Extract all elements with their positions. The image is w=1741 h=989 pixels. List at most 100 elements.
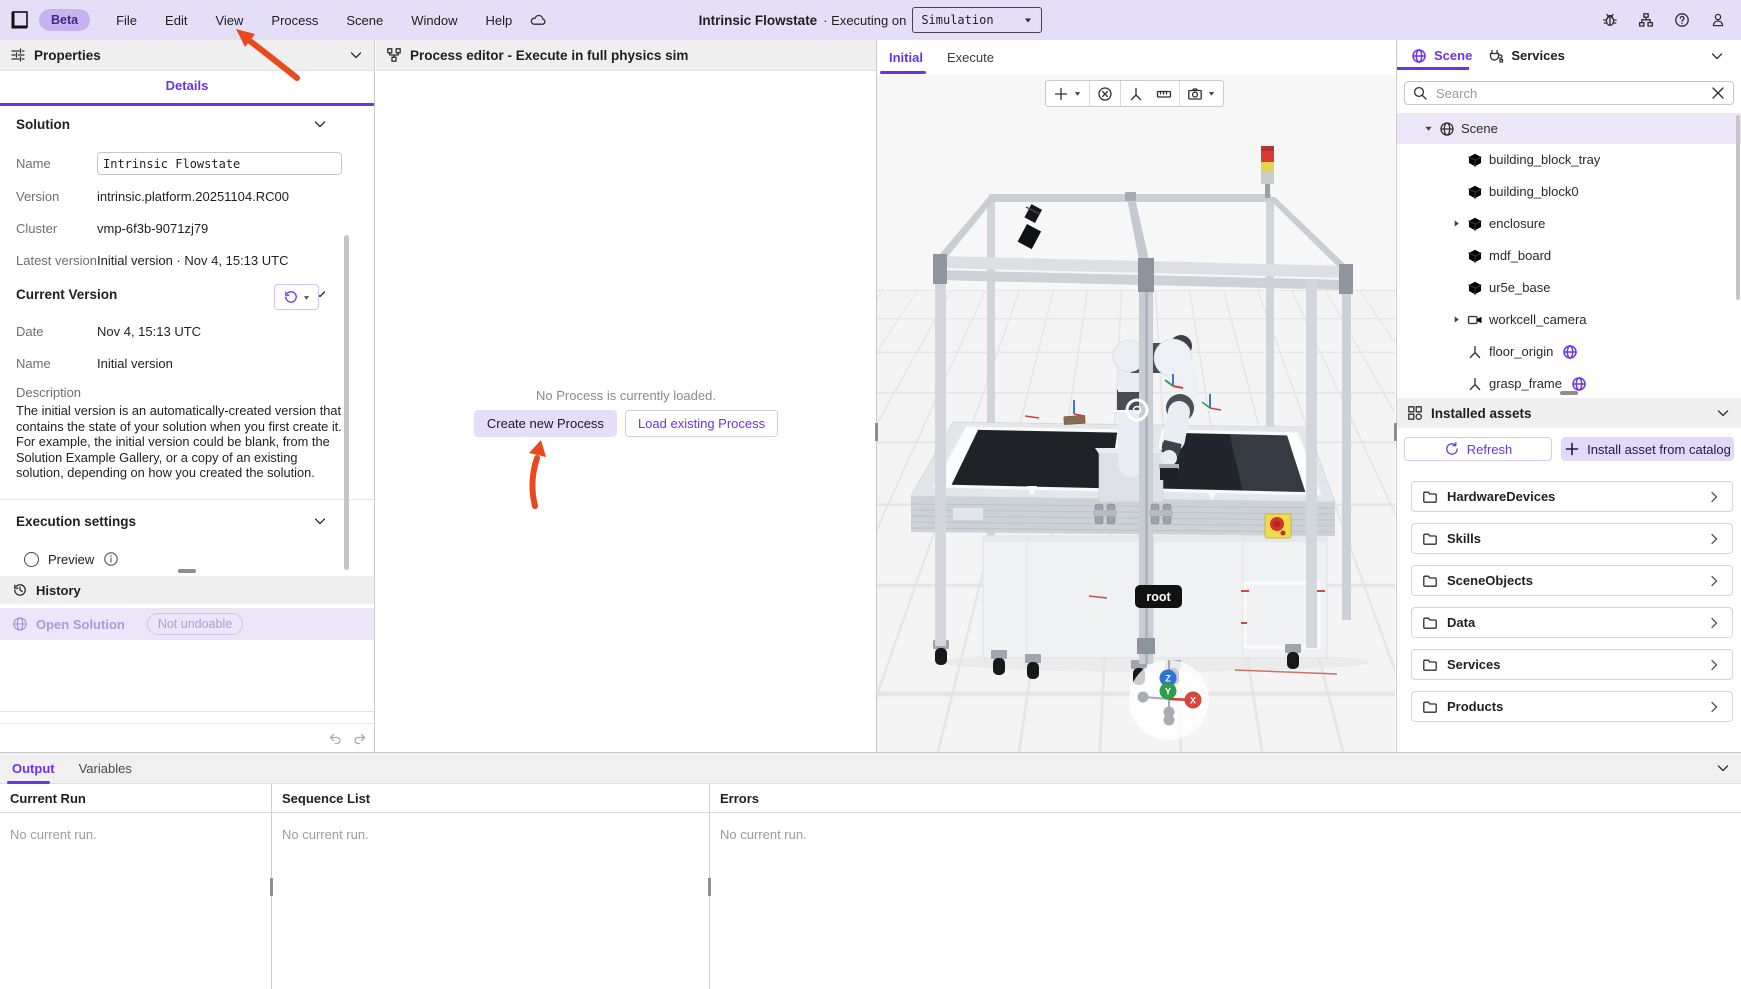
add-object-button[interactable] xyxy=(1046,81,1090,106)
section-resize-handle[interactable] xyxy=(1560,391,1578,395)
tab-details[interactable]: Details xyxy=(0,78,374,93)
menu-process[interactable]: Process xyxy=(259,8,330,33)
preview-radio[interactable] xyxy=(24,552,39,567)
asset-category-skills[interactable]: Skills xyxy=(1411,523,1733,554)
chevron-right-icon xyxy=(1706,657,1722,673)
tab-execute[interactable]: Execute xyxy=(935,40,1006,75)
install-asset-button[interactable]: Install asset from catalog xyxy=(1561,437,1734,461)
history-entry-open-solution[interactable]: Open Solution Not undoable xyxy=(0,608,374,640)
installed-assets-title: Installed assets xyxy=(1431,406,1532,421)
root-tooltip: root xyxy=(1135,585,1182,608)
solution-section-header[interactable]: Solution xyxy=(0,116,374,132)
folder-icon xyxy=(1422,573,1438,589)
camera-view-button[interactable] xyxy=(1180,81,1223,106)
environment-value: Simulation xyxy=(921,13,993,27)
sequence-list-column: Sequence List No current run. xyxy=(271,784,709,989)
right-panel-scrollbar[interactable] xyxy=(1736,115,1740,300)
solution-name-input[interactable]: Intrinsic Flowstate xyxy=(97,152,342,175)
scene-search-input[interactable]: Search xyxy=(1404,81,1734,105)
tree-node-scene[interactable]: Scene xyxy=(1397,113,1741,144)
frame-and-measure-tools xyxy=(1121,81,1180,106)
expander-expand[interactable] xyxy=(1445,219,1467,228)
chevron-right-icon xyxy=(1706,531,1722,547)
tree-node-floor-origin[interactable]: floor_origin xyxy=(1397,336,1741,367)
section-title: Current Version xyxy=(16,287,117,302)
asset-category-sceneobjects[interactable]: SceneObjects xyxy=(1411,565,1733,596)
menu-window[interactable]: Window xyxy=(399,8,469,33)
undo-icon[interactable] xyxy=(327,731,343,747)
clear-search-icon[interactable] xyxy=(1710,85,1726,101)
preview-option[interactable]: Preview xyxy=(24,551,358,567)
asset-category-services[interactable]: Services xyxy=(1411,649,1733,680)
workcell-scene[interactable]: Z Y X xyxy=(877,40,1395,752)
top-menubar: Beta File Edit View Process Scene Window… xyxy=(0,0,1741,40)
asset-category-data[interactable]: Data xyxy=(1411,607,1733,638)
frame-tool-icon[interactable] xyxy=(1128,86,1144,102)
menu-scene[interactable]: Scene xyxy=(334,8,395,33)
help-button[interactable] xyxy=(1669,7,1695,33)
collapse-panel-button[interactable] xyxy=(348,47,364,63)
installed-assets-header[interactable]: Installed assets xyxy=(1397,398,1741,428)
menu-view[interactable]: View xyxy=(203,8,255,33)
refresh-assets-button[interactable]: Refresh xyxy=(1404,437,1552,461)
column-resize-handle[interactable] xyxy=(270,878,273,896)
tree-label: floor_origin xyxy=(1489,344,1553,359)
tree-node-workcell-camera[interactable]: workcell_camera xyxy=(1397,304,1741,335)
field-label: Cluster xyxy=(16,221,97,236)
restore-version-button[interactable] xyxy=(274,284,319,310)
deselect-button[interactable] xyxy=(1090,81,1121,106)
history-section-header[interactable]: History xyxy=(0,576,374,604)
resources-button[interactable] xyxy=(1633,7,1659,33)
caret-down-icon xyxy=(1207,89,1216,98)
folder-icon xyxy=(1422,531,1438,547)
left-panel-scrollbar[interactable] xyxy=(344,235,349,570)
asset-category-hardwaredevices[interactable]: HardwareDevices xyxy=(1411,481,1733,512)
category-label: Products xyxy=(1447,699,1503,714)
tab-initial[interactable]: Initial xyxy=(877,40,935,75)
menu-edit[interactable]: Edit xyxy=(153,8,199,33)
create-new-process-button[interactable]: Create new Process xyxy=(474,410,617,437)
tree-label: mdf_board xyxy=(1489,248,1551,263)
globe-badge-icon xyxy=(1571,376,1587,392)
expander-expand[interactable] xyxy=(1445,315,1467,324)
tree-node-mdf-board[interactable]: mdf_board xyxy=(1397,240,1741,271)
asset-category-products[interactable]: Products xyxy=(1411,691,1733,722)
load-existing-process-button[interactable]: Load existing Process xyxy=(625,410,778,437)
3d-viewport[interactable]: Z Y X Initial Execute xyxy=(876,40,1395,752)
column-resize-handle[interactable] xyxy=(708,878,711,896)
tab-output[interactable]: Output xyxy=(0,761,67,776)
version-value: intrinsic.platform.20251104.RC00 xyxy=(97,189,289,204)
translation-gizmo[interactable]: Z Y X xyxy=(1129,660,1209,740)
tab-variables[interactable]: Variables xyxy=(67,761,144,776)
tree-node-building-block-tray[interactable]: building_block_tray xyxy=(1397,144,1741,175)
scene-services-panel: Scene Services Search Scene building_blo… xyxy=(1396,40,1741,752)
environment-dropdown[interactable]: Simulation xyxy=(912,7,1042,33)
field-label: Version xyxy=(16,189,97,204)
executing-on-label: · Executing on xyxy=(823,13,906,28)
collapse-output-button[interactable] xyxy=(1715,760,1731,776)
tab-scene[interactable]: Scene xyxy=(1405,48,1478,64)
box-icon xyxy=(1467,280,1483,296)
info-icon[interactable] xyxy=(103,551,119,567)
viewport-right-resize-handle[interactable] xyxy=(1394,423,1397,441)
viewport-left-resize-handle[interactable] xyxy=(875,423,878,441)
debug-button[interactable] xyxy=(1597,7,1623,33)
tree-node-enclosure[interactable]: enclosure xyxy=(1397,208,1741,239)
expander-collapse[interactable] xyxy=(1417,124,1439,133)
execution-settings-header[interactable]: Execution settings xyxy=(0,513,374,529)
ruler-icon[interactable] xyxy=(1156,86,1172,102)
box-icon xyxy=(1467,184,1483,200)
cloud-sync-icon[interactable] xyxy=(530,12,546,28)
tab-services[interactable]: Services xyxy=(1482,48,1571,64)
chevron-down-icon xyxy=(1715,760,1731,776)
panel-resize-handle[interactable] xyxy=(178,569,196,573)
collapse-panel-button[interactable] xyxy=(1709,48,1725,64)
menu-file[interactable]: File xyxy=(104,8,149,33)
description-label: Description xyxy=(16,385,81,400)
menu-help[interactable]: Help xyxy=(474,8,525,33)
tree-node-building-block0[interactable]: building_block0 xyxy=(1397,176,1741,207)
tree-node-ur5e-base[interactable]: ur5e_base xyxy=(1397,272,1741,303)
app-window: Beta File Edit View Process Scene Window… xyxy=(0,0,1741,989)
redo-icon[interactable] xyxy=(352,731,368,747)
account-button[interactable] xyxy=(1705,7,1731,33)
